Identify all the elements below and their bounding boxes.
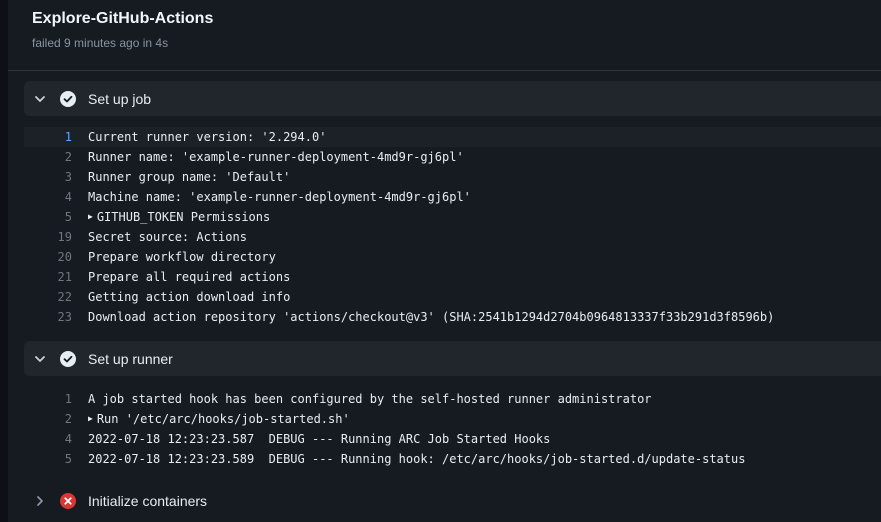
line-number[interactable]: 1 bbox=[24, 127, 88, 147]
line-number[interactable]: 21 bbox=[24, 267, 88, 287]
line-number[interactable]: 3 bbox=[24, 167, 88, 187]
log-line[interactable]: 20 Prepare workflow directory bbox=[24, 247, 881, 267]
chevron-down-icon[interactable] bbox=[33, 352, 47, 366]
log-text: Runner group name: 'Default' bbox=[88, 170, 291, 184]
step-log-set-up-job: 1 Current runner version: '2.294.0' 2 Runn… bbox=[24, 127, 881, 327]
check-circle-icon bbox=[60, 350, 76, 367]
line-number[interactable]: 5 bbox=[24, 207, 88, 227]
job-title: Explore-GitHub-Actions bbox=[32, 10, 214, 27]
line-number[interactable]: 2 bbox=[24, 409, 88, 429]
log-line[interactable]: 5 2022-07-18 12:23:23.589 DEBUG --- Runni… bbox=[24, 449, 881, 469]
log-line[interactable]: 2 Runner name: 'example-runner-deployment… bbox=[24, 147, 881, 167]
log-text: Machine name: 'example-runner-deployment… bbox=[88, 190, 471, 204]
log-text: A job started hook has been configured b… bbox=[88, 392, 652, 406]
log-text: Secret source: Actions bbox=[88, 230, 247, 244]
log-text: Runner name: 'example-runner-deployment-… bbox=[88, 150, 464, 164]
log-line[interactable]: 3 Runner group name: 'Default' bbox=[24, 167, 881, 187]
line-number[interactable]: 19 bbox=[24, 227, 88, 247]
line-number[interactable]: 22 bbox=[24, 287, 88, 307]
caret-right-icon[interactable]: ▶ bbox=[88, 207, 93, 227]
step-label: Initialize containers bbox=[88, 492, 208, 509]
step-log-set-up-runner: 1A job started hook has been configured … bbox=[24, 389, 881, 469]
job-header: Explore-GitHub-Actions failed 9 minutes … bbox=[8, 0, 881, 71]
line-number[interactable]: 5 bbox=[24, 449, 88, 469]
log-text: GITHUB_TOKEN Permissions bbox=[96, 210, 271, 224]
job-log-panel: Explore-GitHub-Actions failed 9 minutes … bbox=[8, 0, 881, 522]
log-text: Prepare all required actions bbox=[88, 270, 291, 284]
log-text: Prepare workflow directory bbox=[88, 250, 276, 264]
log-group-line[interactable]: 2 ▶ Run '/etc/arc/hooks/job-started.sh' bbox=[24, 409, 881, 429]
log-text: 2022-07-18 12:23:23.587 DEBUG --- Runnin… bbox=[88, 432, 551, 446]
log-line[interactable]: 4 Machine name: 'example-runner-deploymen… bbox=[24, 187, 881, 207]
step-set-up-job[interactable]: Set up job bbox=[24, 81, 881, 116]
step-label: Set up runner bbox=[88, 350, 173, 367]
step-label: Set up job bbox=[88, 90, 152, 107]
log-line[interactable]: 22 Getting action download info bbox=[24, 287, 881, 307]
line-number[interactable]: 4 bbox=[24, 429, 88, 449]
log-line[interactable]: 1A job started hook has been configured … bbox=[24, 389, 881, 409]
line-number[interactable]: 1 bbox=[24, 389, 88, 409]
chevron-right-icon[interactable] bbox=[33, 494, 47, 508]
step-initialize-containers[interactable]: Initialize containers bbox=[24, 483, 881, 518]
line-number[interactable]: 23 bbox=[24, 307, 88, 327]
line-number[interactable]: 4 bbox=[24, 187, 88, 207]
line-number[interactable]: 20 bbox=[24, 247, 88, 267]
log-line[interactable]: 23 Download action repository 'actions/ch… bbox=[24, 307, 881, 327]
check-circle-icon bbox=[60, 90, 76, 107]
job-status-text: failed 9 minutes ago in 4s bbox=[32, 36, 169, 50]
log-text: Download action repository 'actions/chec… bbox=[88, 310, 775, 324]
step-set-up-runner[interactable]: Set up runner bbox=[24, 341, 881, 376]
log-line[interactable]: 4 2022-07-18 12:23:23.587 DEBUG --- Runni… bbox=[24, 429, 881, 449]
log-line[interactable]: 21 Prepare all required actions bbox=[24, 267, 881, 287]
log-text: Getting action download info bbox=[88, 290, 291, 304]
log-line[interactable]: 19 Secret source: Actions bbox=[24, 227, 881, 247]
chevron-down-icon[interactable] bbox=[33, 92, 47, 106]
log-text: Current runner version: '2.294.0' bbox=[88, 130, 327, 144]
caret-right-icon[interactable]: ▶ bbox=[88, 409, 93, 429]
log-text: Run '/etc/arc/hooks/job-started.sh' bbox=[96, 412, 350, 426]
log-line[interactable]: 1 Current runner version: '2.294.0' bbox=[24, 127, 881, 147]
log-text: 2022-07-18 12:23:23.589 DEBUG --- Runnin… bbox=[88, 452, 746, 466]
log-group-line[interactable]: 5 ▶ GITHUB_TOKEN Permissions bbox=[24, 207, 881, 227]
line-number[interactable]: 2 bbox=[24, 147, 88, 167]
x-circle-icon bbox=[60, 492, 76, 509]
